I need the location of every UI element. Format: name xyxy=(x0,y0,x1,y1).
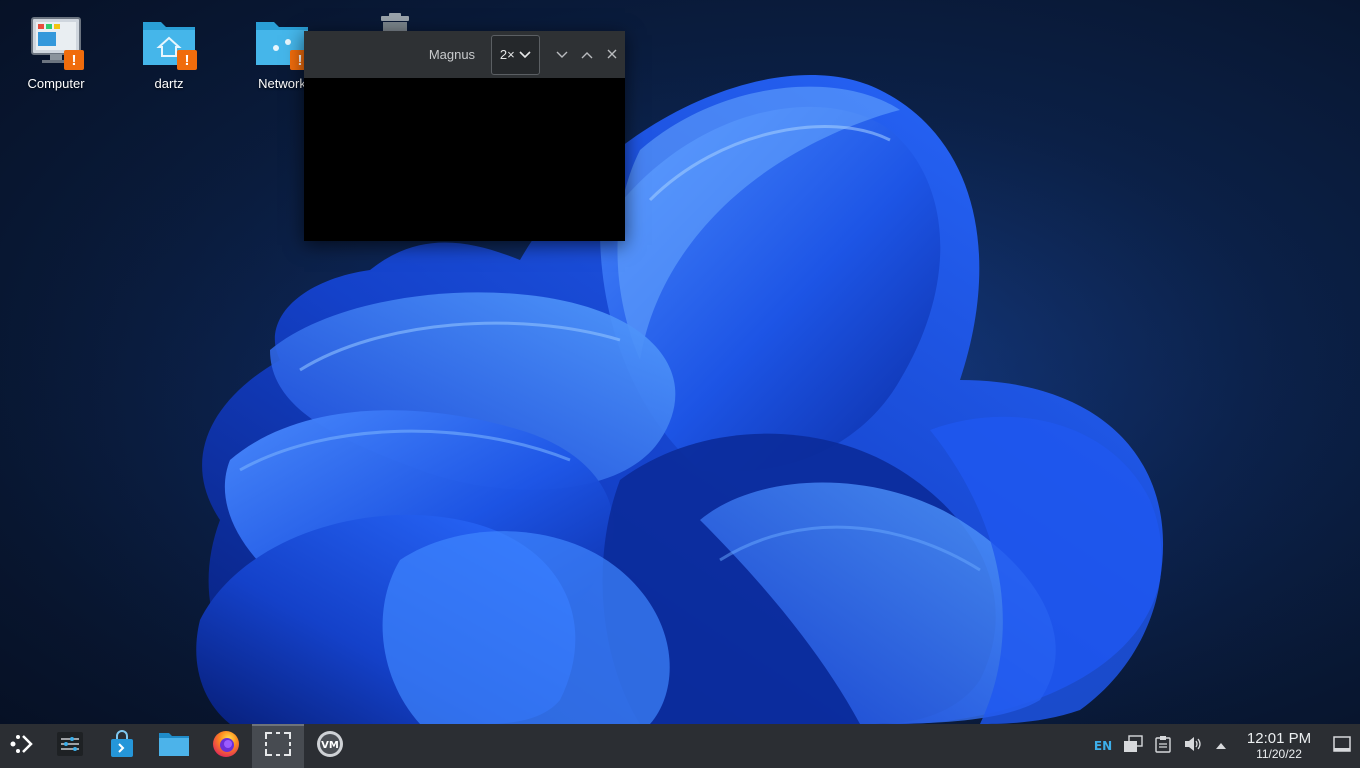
network-folder-icon: ! xyxy=(252,12,312,72)
store-bag-icon xyxy=(109,729,135,763)
discover-button[interactable] xyxy=(96,724,148,768)
magnus-titlebar[interactable]: Magnus 2× xyxy=(304,31,625,78)
desktop-icon-label: Network xyxy=(258,76,306,91)
clock-date: 11/20/22 xyxy=(1256,746,1302,761)
kde-launcher-icon xyxy=(9,731,35,762)
desktop-icon-computer[interactable]: ! Computer xyxy=(6,12,106,91)
desktop-wallpaper xyxy=(0,0,1360,724)
desktop-icon-dartz[interactable]: ! dartz xyxy=(119,12,219,91)
system-settings-button[interactable] xyxy=(44,724,96,768)
close-button[interactable] xyxy=(600,42,625,68)
maximize-button[interactable] xyxy=(575,42,600,68)
windows-stack-icon xyxy=(1123,734,1143,758)
show-desktop-icon xyxy=(1333,735,1351,757)
application-launcher-button[interactable] xyxy=(0,724,44,768)
warning-badge-icon: ! xyxy=(64,50,84,70)
desktop-icon-label: dartz xyxy=(154,76,184,91)
show-desktop-button[interactable] xyxy=(1324,724,1360,768)
close-icon xyxy=(607,47,617,62)
taskbar: VM EN 12:01 PM 11/20/22 xyxy=(0,724,1360,768)
clipboard-button[interactable] xyxy=(1148,724,1178,768)
minimize-icon xyxy=(556,47,568,62)
speaker-icon xyxy=(1184,736,1202,757)
firefox-button[interactable] xyxy=(200,724,252,768)
keyboard-layout-indicator[interactable]: EN xyxy=(1088,724,1118,768)
maximize-icon xyxy=(581,47,593,62)
magnifier-view xyxy=(304,78,625,241)
svg-text:VM: VM xyxy=(321,740,339,751)
volume-button[interactable] xyxy=(1178,724,1208,768)
window-title: Magnus xyxy=(428,47,476,62)
vmware-button[interactable]: VM xyxy=(304,724,356,768)
chevron-up-icon xyxy=(1215,737,1227,755)
home-folder-icon: ! xyxy=(139,12,199,72)
dolphin-button[interactable] xyxy=(148,724,200,768)
minimize-button[interactable] xyxy=(550,42,575,68)
spectacle-button[interactable] xyxy=(252,724,304,768)
system-tray: EN 12:01 PM 11/20/22 xyxy=(1088,724,1360,768)
vm-icon: VM xyxy=(316,730,344,763)
clock-time: 12:01 PM xyxy=(1246,730,1312,748)
screenshot-icon xyxy=(264,731,292,762)
virtual-desktop-button[interactable] xyxy=(1118,724,1148,768)
digital-clock[interactable]: 12:01 PM 11/20/22 xyxy=(1234,724,1324,768)
clipboard-icon xyxy=(1155,735,1171,758)
computer-icon: ! xyxy=(26,12,86,72)
firefox-icon xyxy=(212,730,240,763)
settings-sliders-icon xyxy=(56,731,84,762)
desktop-icon-label: Computer xyxy=(27,76,85,91)
magnus-window[interactable]: Magnus 2× xyxy=(304,31,625,241)
folder-icon xyxy=(158,731,190,762)
zoom-level-select[interactable]: 2× xyxy=(491,34,540,75)
show-hidden-icons-button[interactable] xyxy=(1208,724,1234,768)
chevron-down-icon xyxy=(519,47,531,62)
zoom-level-value: 2× xyxy=(499,47,515,62)
warning-badge-icon: ! xyxy=(177,50,197,70)
